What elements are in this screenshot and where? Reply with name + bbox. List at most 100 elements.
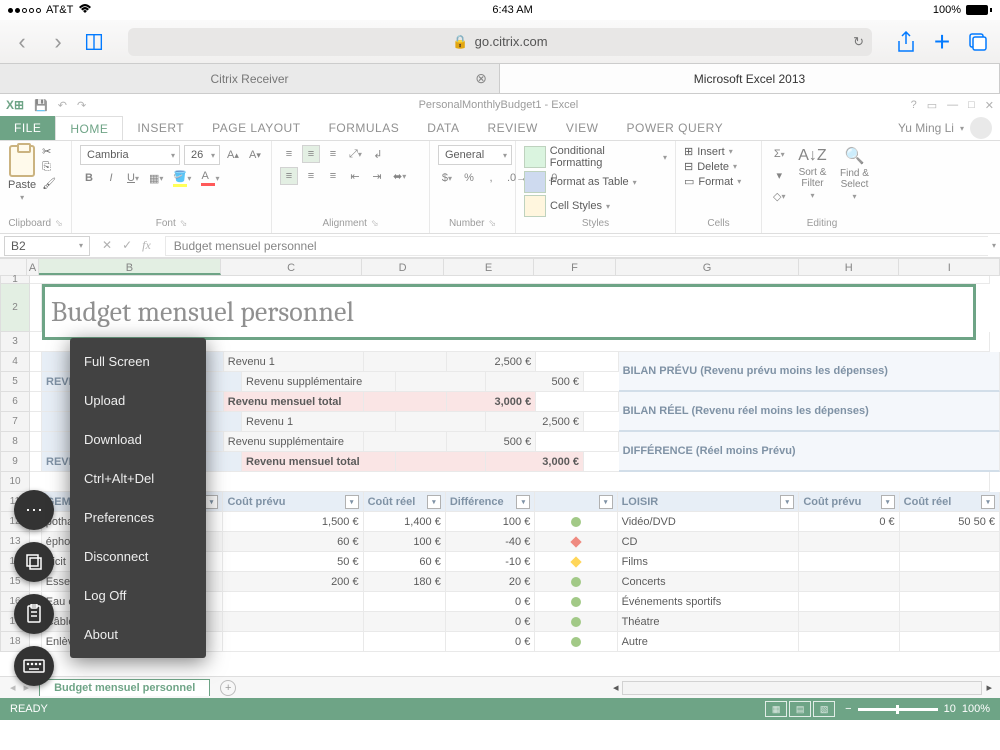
menu-ctrl-alt-del[interactable]: Ctrl+Alt+Del (70, 459, 206, 498)
sheet-tab-active[interactable]: Budget mensuel personnel (39, 679, 210, 696)
share-button[interactable] (892, 28, 920, 56)
citrix-windows-button[interactable] (14, 542, 54, 582)
citrix-keyboard-button[interactable] (14, 646, 54, 686)
cell[interactable]: LOISIR▾ (618, 492, 800, 512)
address-bar[interactable]: 🔒 go.citrix.com ↻ (128, 28, 872, 56)
filter-icon[interactable]: ▾ (427, 495, 441, 509)
orientation-icon[interactable]: ⤢▾ (346, 145, 365, 163)
align-center-icon[interactable]: ≡ (302, 167, 320, 185)
cell[interactable]: Événements sportifs (618, 592, 800, 612)
col-header-C[interactable]: C (221, 259, 362, 275)
cell[interactable]: Différence▾ (446, 492, 535, 512)
cell[interactable] (364, 392, 446, 412)
cell[interactable] (535, 632, 617, 652)
cell[interactable]: ▾ (535, 492, 617, 512)
format-painter-icon[interactable]: 🖌 (42, 177, 56, 190)
cell[interactable]: 60 € (223, 532, 363, 552)
cell[interactable]: DIFFÉRENCE (Réel moins Prévu) (619, 432, 1000, 472)
save-icon[interactable]: 💾 (34, 99, 48, 112)
align-top-icon[interactable]: ≡ (280, 145, 298, 163)
cell[interactable]: Théatre (618, 612, 800, 632)
number-format-select[interactable]: General▾ (438, 145, 512, 165)
cell[interactable] (30, 284, 42, 332)
cell[interactable] (799, 532, 899, 552)
cell[interactable]: Revenu supplémentaire (242, 372, 396, 392)
row-header-2[interactable]: 2 (0, 284, 30, 332)
cell[interactable] (535, 572, 617, 592)
cell[interactable]: Autre (618, 632, 800, 652)
zoom-pct[interactable]: 100% (962, 703, 990, 715)
cell[interactable] (223, 612, 363, 632)
row-header-7[interactable]: 7 (0, 412, 30, 432)
cell[interactable] (536, 432, 618, 452)
maximize-icon[interactable]: □ (968, 99, 975, 112)
underline-button[interactable]: U▾ (124, 169, 142, 187)
cell[interactable] (536, 392, 618, 412)
cell[interactable] (364, 592, 446, 612)
tab-data[interactable]: DATA (413, 116, 473, 140)
cell[interactable] (535, 592, 617, 612)
autosum-icon[interactable]: Σ▾ (770, 145, 788, 163)
cell[interactable]: Films (618, 552, 800, 572)
cut-icon[interactable]: ✂ (42, 145, 56, 158)
cell[interactable] (30, 372, 42, 392)
cell[interactable]: 180 € (364, 572, 446, 592)
tab-power-query[interactable]: POWER QUERY (613, 116, 738, 140)
enter-formula-icon[interactable]: ✓ (122, 238, 132, 253)
cell[interactable]: CD (618, 532, 800, 552)
cell[interactable] (900, 572, 1000, 592)
wrap-text-icon[interactable]: ↲ (369, 145, 387, 163)
cell[interactable]: Coût réel▾ (900, 492, 1000, 512)
add-sheet-button[interactable]: + (220, 680, 236, 696)
cell[interactable]: BILAN PRÉVU (Revenu prévu moins les dépe… (619, 352, 1000, 392)
cell[interactable]: 0 € (446, 592, 535, 612)
cell[interactable]: 50 50 € (900, 512, 1000, 532)
filter-icon[interactable]: ▾ (881, 495, 895, 509)
cell[interactable]: 2,500 € (447, 352, 537, 372)
merge-center-icon[interactable]: ⬌▾ (390, 167, 409, 185)
align-right-icon[interactable]: ≡ (324, 167, 342, 185)
cell[interactable] (30, 276, 990, 284)
filter-icon[interactable]: ▾ (204, 495, 218, 509)
tab-excel[interactable]: Microsoft Excel 2013 (500, 64, 1000, 93)
close-icon[interactable]: ✕ (985, 99, 994, 112)
font-size-select[interactable]: 26▾ (184, 145, 220, 165)
col-header-B[interactable]: B (39, 259, 222, 275)
filter-icon[interactable]: ▾ (780, 495, 794, 509)
tab-view[interactable]: VIEW (552, 116, 613, 140)
col-header-D[interactable]: D (362, 259, 444, 275)
menu-preferences[interactable]: Preferences (70, 498, 206, 537)
cell[interactable]: 50 € (223, 552, 363, 572)
cell[interactable]: Coût prévu▾ (799, 492, 899, 512)
cell[interactable] (900, 592, 1000, 612)
cell[interactable] (900, 632, 1000, 652)
cell[interactable] (223, 632, 363, 652)
tab-formulas[interactable]: FORMULAS (315, 116, 414, 140)
forward-button[interactable]: › (44, 28, 72, 56)
cell[interactable]: 0 € (799, 512, 899, 532)
scroll-right-icon[interactable]: ▸ (986, 681, 992, 694)
cell[interactable]: Revenu supplémentaire (224, 432, 364, 452)
normal-view-icon[interactable]: ▦ (765, 701, 787, 717)
menu-download[interactable]: Download (70, 420, 206, 459)
delete-cells-button[interactable]: ⊟Delete▾ (684, 160, 737, 173)
menu-about[interactable]: About (70, 615, 206, 654)
cell[interactable] (30, 392, 42, 412)
cell[interactable]: Revenu mensuel total (242, 452, 396, 472)
cell[interactable] (535, 532, 617, 552)
cell[interactable] (396, 372, 486, 392)
user-name[interactable]: Yu Ming Li (898, 121, 954, 135)
name-box[interactable]: B2▾ (4, 236, 90, 256)
cell[interactable]: 1,400 € (364, 512, 446, 532)
tab-review[interactable]: REVIEW (473, 116, 551, 140)
cell[interactable] (364, 352, 446, 372)
conditional-formatting-button[interactable]: Conditional Formatting▾ (524, 145, 667, 169)
cell[interactable]: Revenu mensuel total (224, 392, 364, 412)
cell[interactable]: 0 € (446, 632, 535, 652)
col-header-F[interactable]: F (534, 259, 616, 275)
tab-citrix-receiver[interactable]: Citrix Receiver ⊗ (0, 64, 500, 93)
row-header-8[interactable]: 8 (0, 432, 30, 452)
tab-file[interactable]: FILE (0, 116, 55, 140)
cell[interactable]: Coût réel▾ (364, 492, 446, 512)
cell[interactable] (30, 352, 42, 372)
